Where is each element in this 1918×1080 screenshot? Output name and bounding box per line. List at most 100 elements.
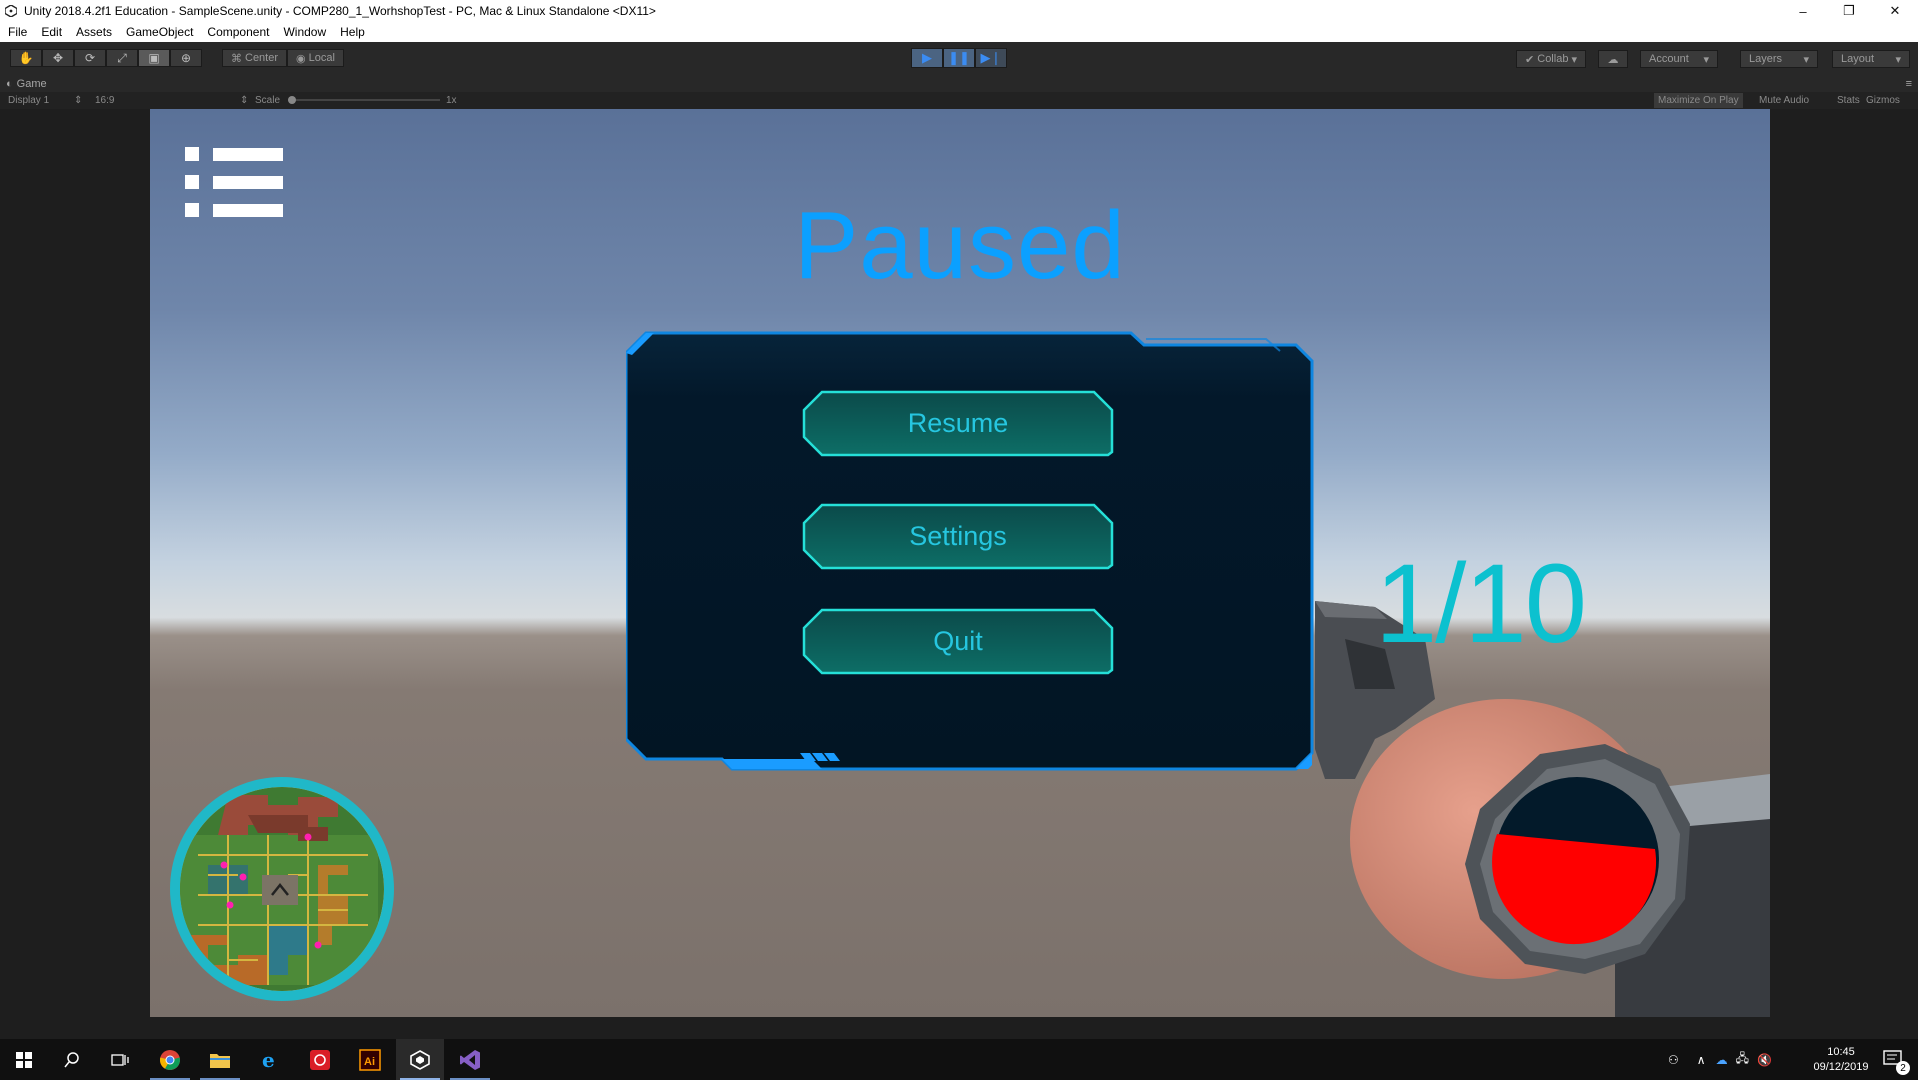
internet-explorer-icon[interactable]: e <box>246 1039 294 1080</box>
move-tool-icon[interactable]: ✥ <box>42 49 74 67</box>
minimize-button[interactable]: – <box>1780 0 1826 22</box>
layout-dropdown[interactable]: Layout ▾ <box>1832 50 1910 68</box>
settings-label: Settings <box>909 521 1007 551</box>
local-icon: ◉ <box>296 52 306 65</box>
step-button[interactable]: ▶❘ <box>975 48 1007 68</box>
scale-label: Scale <box>255 95 281 106</box>
layers-label: Layers <box>1749 53 1783 65</box>
display-dropdown[interactable]: Display 1 <box>8 95 49 106</box>
stats-toggle[interactable]: Stats <box>1833 93 1864 108</box>
collab-dropdown[interactable]: ✔ Collab ▾ <box>1516 50 1586 68</box>
tray-expand-icon[interactable]: ∧ <box>1697 1053 1706 1067</box>
mute-audio-toggle[interactable]: Mute Audio <box>1755 93 1813 108</box>
windows-taskbar: e Ai ⚇ ∧ ☁ 🖧 🔇 10:45 09/12/2019 2 <box>0 1039 1918 1080</box>
game-tab-label: Game <box>16 77 47 90</box>
creative-cloud-icon[interactable] <box>296 1039 344 1080</box>
gizmos-dropdown[interactable]: Gizmos <box>1862 93 1904 108</box>
dropdown-arrow-icon: ▾ <box>1571 53 1577 66</box>
pause-menu-panel: Resume Settings Quit <box>624 325 1317 773</box>
game-viewport[interactable]: Paused Resume Settings Quit 1/10 <box>150 109 1770 1017</box>
quit-button[interactable]: Quit <box>802 608 1114 675</box>
play-button[interactable]: ▶ <box>911 48 943 68</box>
game-tab-icon: ◐ <box>6 77 13 90</box>
display-arrow-icon: ⇕ <box>74 95 83 106</box>
ammo-counter: 1/10 <box>1375 541 1587 666</box>
rotate-tool-icon[interactable]: ⟳ <box>74 49 106 67</box>
clock-time: 10:45 <box>1827 1046 1855 1058</box>
unity-toolbar: ✋ ✥ ⟳ ⤢ ▣ ⊕ ⌘ Center ◉ Local ▶ ❚❚ ▶❘ ✔ Coll… <box>0 42 1918 75</box>
network-icon[interactable]: 🖧 <box>1736 1049 1749 1070</box>
menu-file[interactable]: File <box>8 25 27 39</box>
transform-tool-icon[interactable]: ⊕ <box>170 49 202 67</box>
dropdown-arrow-icon: ▾ <box>1895 53 1901 66</box>
menu-help[interactable]: Help <box>340 25 365 39</box>
quit-label: Quit <box>933 626 983 656</box>
menu-edit[interactable]: Edit <box>41 25 62 39</box>
search-icon[interactable] <box>48 1039 96 1080</box>
scale-slider-track[interactable] <box>288 99 440 101</box>
menu-assets[interactable]: Assets <box>76 25 112 39</box>
pivot-local-label: Local <box>308 52 335 64</box>
minimap <box>170 777 394 1001</box>
notification-badge: 2 <box>1896 1061 1910 1075</box>
restore-button[interactable]: ❐ <box>1826 0 1872 22</box>
unity-logo-icon <box>4 4 18 18</box>
system-tray: ⚇ ∧ ☁ 🖧 🔇 <box>1668 1039 1772 1080</box>
window-titlebar: Unity 2018.4.2f1 Education - SampleScene… <box>0 0 1918 22</box>
scale-tool-icon[interactable]: ⤢ <box>106 49 138 67</box>
paused-title: Paused <box>794 192 1126 299</box>
account-dropdown[interactable]: Account ▾ <box>1640 50 1718 68</box>
unity-app-icon[interactable] <box>396 1039 444 1080</box>
collab-label: Collab <box>1537 53 1569 65</box>
close-button[interactable]: ✕ <box>1872 0 1918 22</box>
pause-button[interactable]: ❚❚ <box>943 48 975 68</box>
menu-component[interactable]: Component <box>207 25 269 39</box>
people-icon[interactable]: ⚇ <box>1668 1053 1679 1067</box>
action-center-icon[interactable]: 2 <box>1870 1039 1918 1080</box>
playback-controls: ▶ ❚❚ ▶❘ <box>911 48 1007 68</box>
cloud-button[interactable]: ☁ <box>1598 50 1628 68</box>
account-label: Account <box>1649 53 1689 65</box>
onedrive-icon[interactable]: ☁ <box>1716 1053 1728 1067</box>
aspect-arrow-icon: ⇕ <box>240 95 249 106</box>
menu-bar: File Edit Assets GameObject Component Wi… <box>0 22 1918 42</box>
menu-window[interactable]: Window <box>283 25 326 39</box>
pivot-center-toggle[interactable]: ⌘ Center <box>222 49 288 67</box>
cloud-icon: ☁ <box>1607 53 1619 66</box>
settings-button[interactable]: Settings <box>802 503 1114 570</box>
aspect-dropdown[interactable]: 16:9 <box>95 95 114 106</box>
pivot-toggles: ⌘ Center ◉ Local <box>222 49 344 67</box>
maximize-on-play-toggle[interactable]: Maximize On Play <box>1654 93 1743 108</box>
chrome-icon[interactable] <box>146 1039 194 1080</box>
game-view-controlbar: Display 1 ⇕ 16:9 ⇕ Scale 1x Maximize On … <box>0 92 1918 109</box>
taskbar-clock[interactable]: 10:45 09/12/2019 <box>1806 1045 1876 1075</box>
illustrator-icon[interactable]: Ai <box>346 1039 394 1080</box>
svg-text:e: e <box>262 1049 275 1071</box>
file-explorer-icon[interactable] <box>196 1039 244 1080</box>
pivot-icon: ⌘ <box>231 52 242 65</box>
hand-tool-icon[interactable]: ✋ <box>10 49 42 67</box>
dropdown-arrow-icon: ▾ <box>1803 53 1809 66</box>
scale-value: 1x <box>446 95 457 106</box>
window-title: Unity 2018.4.2f1 Education - SampleScene… <box>24 4 656 18</box>
transform-tools: ✋ ✥ ⟳ ⤢ ▣ ⊕ <box>10 49 202 67</box>
layout-label: Layout <box>1841 53 1875 65</box>
resume-label: Resume <box>907 408 1009 438</box>
resume-button[interactable]: Resume <box>802 390 1114 457</box>
tab-menu-icon[interactable]: ≡ <box>1906 78 1912 90</box>
rect-tool-icon[interactable]: ▣ <box>138 49 170 67</box>
pivot-center-label: Center <box>245 52 279 64</box>
menu-gameobject[interactable]: GameObject <box>126 25 193 39</box>
task-view-icon[interactable] <box>96 1039 144 1080</box>
scale-slider-handle[interactable] <box>288 96 296 104</box>
pivot-local-toggle[interactable]: ◉ Local <box>287 49 344 67</box>
dropdown-arrow-icon: ▾ <box>1703 53 1709 66</box>
game-view-tab[interactable]: ◐ Game ≡ <box>0 75 1918 92</box>
clock-date: 09/12/2019 <box>1813 1061 1869 1073</box>
windows-start-icon[interactable] <box>0 1039 48 1080</box>
svg-text:Ai: Ai <box>364 1056 375 1068</box>
visual-studio-icon[interactable] <box>446 1039 494 1080</box>
layers-dropdown[interactable]: Layers ▾ <box>1740 50 1818 68</box>
collab-check-icon: ✔ <box>1525 53 1535 66</box>
volume-muted-icon[interactable]: 🔇 <box>1757 1053 1772 1067</box>
